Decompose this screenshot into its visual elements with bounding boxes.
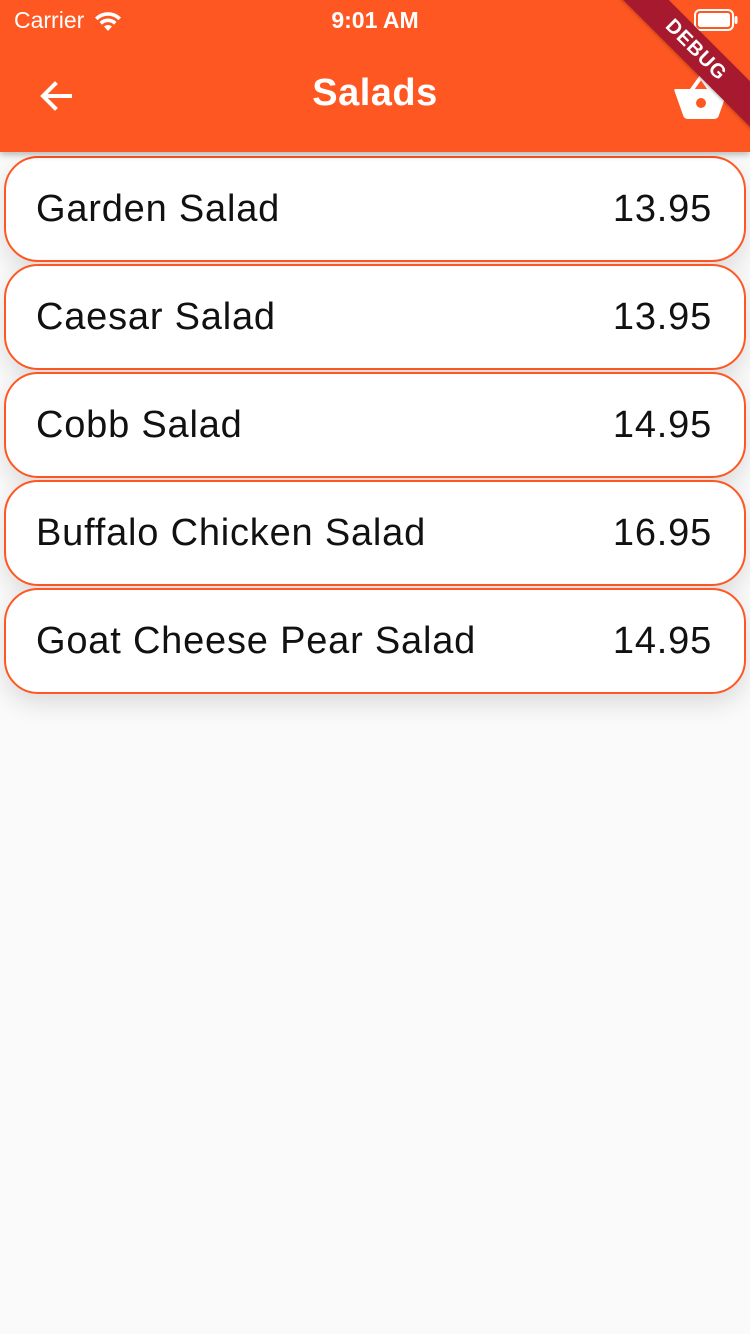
menu-item-buffalo-chicken-salad[interactable]: Buffalo Chicken Salad 16.95	[4, 480, 746, 586]
item-name: Goat Cheese Pear Salad	[36, 619, 477, 662]
item-name: Buffalo Chicken Salad	[36, 511, 427, 554]
menu-item-cobb-salad[interactable]: Cobb Salad 14.95	[4, 372, 746, 478]
menu-item-goat-cheese-pear-salad[interactable]: Goat Cheese Pear Salad 14.95	[4, 588, 746, 694]
item-price: 16.95	[612, 511, 712, 554]
battery-icon	[694, 9, 738, 31]
item-price: 14.95	[612, 403, 712, 446]
item-price: 14.95	[612, 619, 712, 662]
item-name: Garden Salad	[36, 187, 281, 230]
item-name: Caesar Salad	[36, 295, 276, 338]
page-title: Salads	[312, 72, 438, 114]
menu-item-caesar-salad[interactable]: Caesar Salad 13.95	[4, 264, 746, 370]
app-bar: Carrier 9:01 AM Salads DEBUG	[0, 0, 750, 152]
item-name: Cobb Salad	[36, 403, 243, 446]
item-price: 13.95	[612, 295, 712, 338]
item-price: 13.95	[612, 187, 712, 230]
salad-menu-list: Garden Salad 13.95 Caesar Salad 13.95 Co…	[4, 156, 746, 696]
menu-item-garden-salad[interactable]: Garden Salad 13.95	[4, 156, 746, 262]
